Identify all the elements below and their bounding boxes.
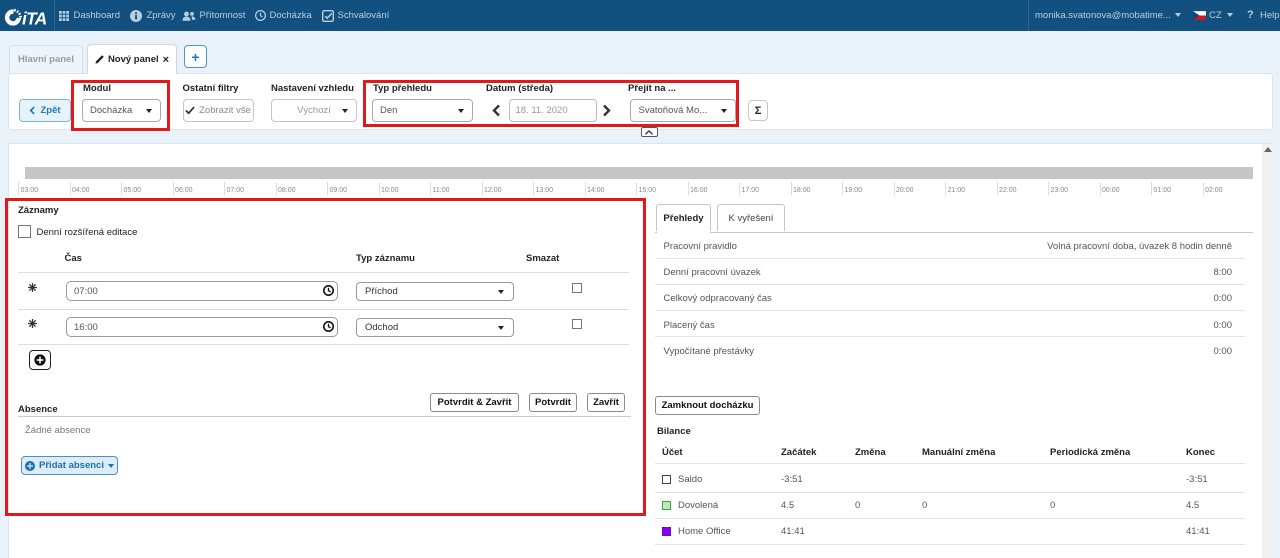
svg-text:iTA: iTA bbox=[22, 9, 47, 29]
